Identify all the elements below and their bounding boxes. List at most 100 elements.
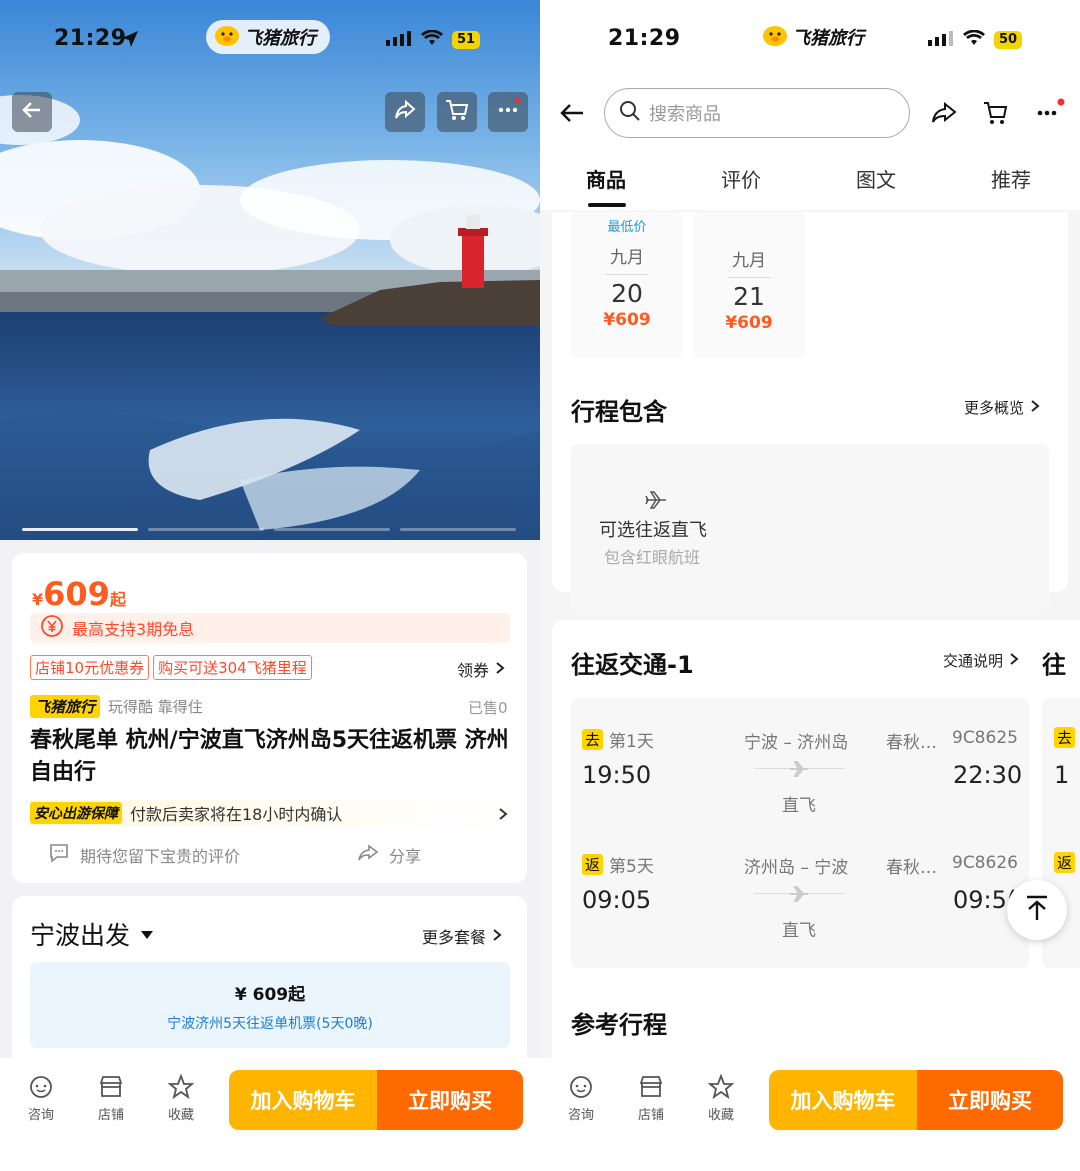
- favorite-button[interactable]: 收藏: [696, 1074, 746, 1123]
- more-overview-link[interactable]: 更多概览: [964, 397, 1040, 418]
- app-badge: 飞猪旅行: [754, 20, 878, 54]
- date-option[interactable]: 最低价 九月 20 ¥609: [571, 212, 683, 358]
- seller-badge: 飞猪旅行: [30, 695, 101, 718]
- arrow-left-icon: [558, 104, 586, 130]
- back-button[interactable]: [558, 100, 586, 130]
- package-desc: 宁波济州5天往返单机票(5天0晚): [167, 1016, 373, 1032]
- claim-coupon-label: 领券: [457, 661, 490, 680]
- more-menu-button[interactable]: [488, 92, 528, 132]
- mileage-tag[interactable]: 购买可送304飞猪里程: [153, 655, 312, 680]
- caret-down-icon: [140, 925, 154, 944]
- return-airline: 春秋…: [886, 858, 937, 878]
- consult-button[interactable]: 咨询: [16, 1074, 66, 1123]
- installment-banner[interactable]: 最高支持3期免息: [30, 613, 510, 643]
- coupon-tags[interactable]: 店铺10元优惠券 购买可送304飞猪里程: [30, 655, 316, 680]
- departure-selector[interactable]: 宁波出发: [30, 916, 154, 952]
- consult-button[interactable]: 咨询: [556, 1074, 606, 1123]
- status-icons: 50: [928, 29, 1023, 50]
- app-name: 飞猪旅行: [244, 28, 316, 49]
- share-icon: [357, 843, 379, 867]
- itinerary-title: 行程包含: [571, 398, 667, 426]
- product-page-left: 21:29 飞猪旅行 51 ¥ 609 起 最高支持3期免息 店铺10元优惠券购: [0, 0, 540, 1171]
- star-icon: [696, 1074, 746, 1100]
- product-info-card: ¥ 609 起 最高支持3期免息 店铺10元优惠券 购买可送304飞猪里程 领券 …: [12, 553, 527, 883]
- share-icon: [393, 98, 417, 126]
- signal-icon: [928, 30, 954, 50]
- seller-slogan: 玩得酷 靠得住: [108, 698, 203, 716]
- package-card: 宁波出发 更多套餐 ¥ 609起 宁波济州5天往返单机票(5天0晚): [12, 896, 527, 1071]
- consult-label: 咨询: [567, 1108, 594, 1123]
- bottom-action-bar: 咨询 店铺 收藏 加入购物车 立即购买: [540, 1058, 1080, 1171]
- airplane-icon: [644, 488, 668, 516]
- wifi-icon: [421, 29, 443, 50]
- price-value: 609: [43, 575, 110, 613]
- shop-label: 店铺: [637, 1108, 664, 1123]
- chevron-right-icon: [492, 927, 502, 946]
- return-route: 济州岛 – 宁波: [744, 858, 849, 878]
- shop-button[interactable]: 店铺: [626, 1074, 676, 1123]
- airplane-icon: [789, 884, 809, 908]
- cart-icon: [444, 97, 470, 127]
- product-photo[interactable]: [0, 0, 540, 540]
- share-link[interactable]: 分享: [357, 843, 421, 867]
- favorite-button[interactable]: 收藏: [156, 1074, 206, 1123]
- sea-lighthouse-image: [0, 0, 540, 540]
- package-price: ¥ 609起: [234, 985, 306, 1005]
- claim-coupon-link[interactable]: 领券: [457, 657, 505, 681]
- chevron-right-icon: [498, 806, 508, 825]
- buy-now-button[interactable]: 立即购买: [377, 1070, 523, 1130]
- chevron-right-icon: [495, 660, 505, 679]
- tab-product[interactable]: 商品: [586, 164, 626, 193]
- package-option[interactable]: ¥ 609起 宁波济州5天往返单机票(5天0晚): [30, 962, 510, 1048]
- chevron-right-icon: [1009, 652, 1019, 670]
- review-prompt[interactable]: 期待您留下宝贵的评价: [48, 843, 240, 867]
- review-prompt-text: 期待您留下宝贵的评价: [80, 847, 241, 866]
- chat-face-icon: [556, 1074, 606, 1100]
- more-dots-icon: [496, 97, 521, 126]
- arrow-up-icon: [1024, 894, 1050, 926]
- chat-face-icon: [16, 1074, 66, 1100]
- chat-bubble-icon: [48, 843, 70, 867]
- add-to-cart-button[interactable]: 加入购物车: [769, 1070, 917, 1130]
- buy-now-button[interactable]: 立即购买: [917, 1070, 1063, 1130]
- coupon-tag[interactable]: 店铺10元优惠券: [30, 655, 150, 680]
- price-symbol: ¥: [32, 590, 44, 609]
- tab-details[interactable]: 图文: [856, 164, 896, 193]
- transport-note-label: 交通说明: [943, 652, 1004, 670]
- date-price: ¥609: [725, 313, 773, 333]
- outbound-type: 直飞: [782, 796, 816, 816]
- outbound-day: 去 第1天: [582, 727, 654, 752]
- peek-badge: 去: [1054, 727, 1076, 748]
- installment-text: 最高支持3期免息: [72, 620, 195, 639]
- guarantee-row[interactable]: 安心出游保障 付款后卖家将在18小时内确认: [30, 800, 510, 826]
- cart-icon[interactable]: [982, 99, 1010, 131]
- tab-reviews[interactable]: 评价: [721, 164, 761, 193]
- location-arrow-icon: [121, 30, 139, 52]
- flight-option-label: 可选往返直飞: [599, 520, 707, 541]
- outbound-arrival-time: 22:30: [953, 761, 1023, 789]
- return-day: 返 第5天: [582, 852, 654, 877]
- more-dots-icon[interactable]: [1034, 97, 1066, 131]
- date-option[interactable]: 九月 21 ¥609: [693, 212, 805, 358]
- transport-note-link[interactable]: 交通说明: [943, 650, 1019, 671]
- favorite-label: 收藏: [167, 1108, 194, 1123]
- return-day-label: 第5天: [609, 857, 654, 877]
- back-button[interactable]: [12, 92, 52, 132]
- return-type: 直飞: [782, 921, 816, 941]
- seller-row: 飞猪旅行 玩得酷 靠得住: [30, 695, 203, 718]
- more-packages-link[interactable]: 更多套餐: [422, 924, 502, 948]
- more-packages-label: 更多套餐: [422, 928, 487, 947]
- flight-option-box[interactable]: 可选往返直飞 包含红眼航班: [571, 444, 1049, 612]
- search-input[interactable]: 搜索商品: [604, 88, 910, 138]
- shop-button[interactable]: 店铺: [86, 1074, 136, 1123]
- product-page-right: 21:29 飞猪旅行 50 搜索商品 商品 评价 图文 推荐 最低价 九月 20…: [540, 0, 1080, 1171]
- cart-button[interactable]: [437, 92, 477, 132]
- battery-level: 51: [452, 31, 481, 49]
- add-to-cart-button[interactable]: 加入购物车: [229, 1070, 377, 1130]
- back-to-top-button[interactable]: [1007, 880, 1067, 940]
- share-button[interactable]: [385, 92, 425, 132]
- next-transport-peek: 往: [1042, 651, 1066, 679]
- tab-recommend[interactable]: 推荐: [991, 164, 1031, 193]
- guarantee-text: 付款后卖家将在18小时内确认: [130, 805, 343, 824]
- share-icon[interactable]: [930, 100, 958, 130]
